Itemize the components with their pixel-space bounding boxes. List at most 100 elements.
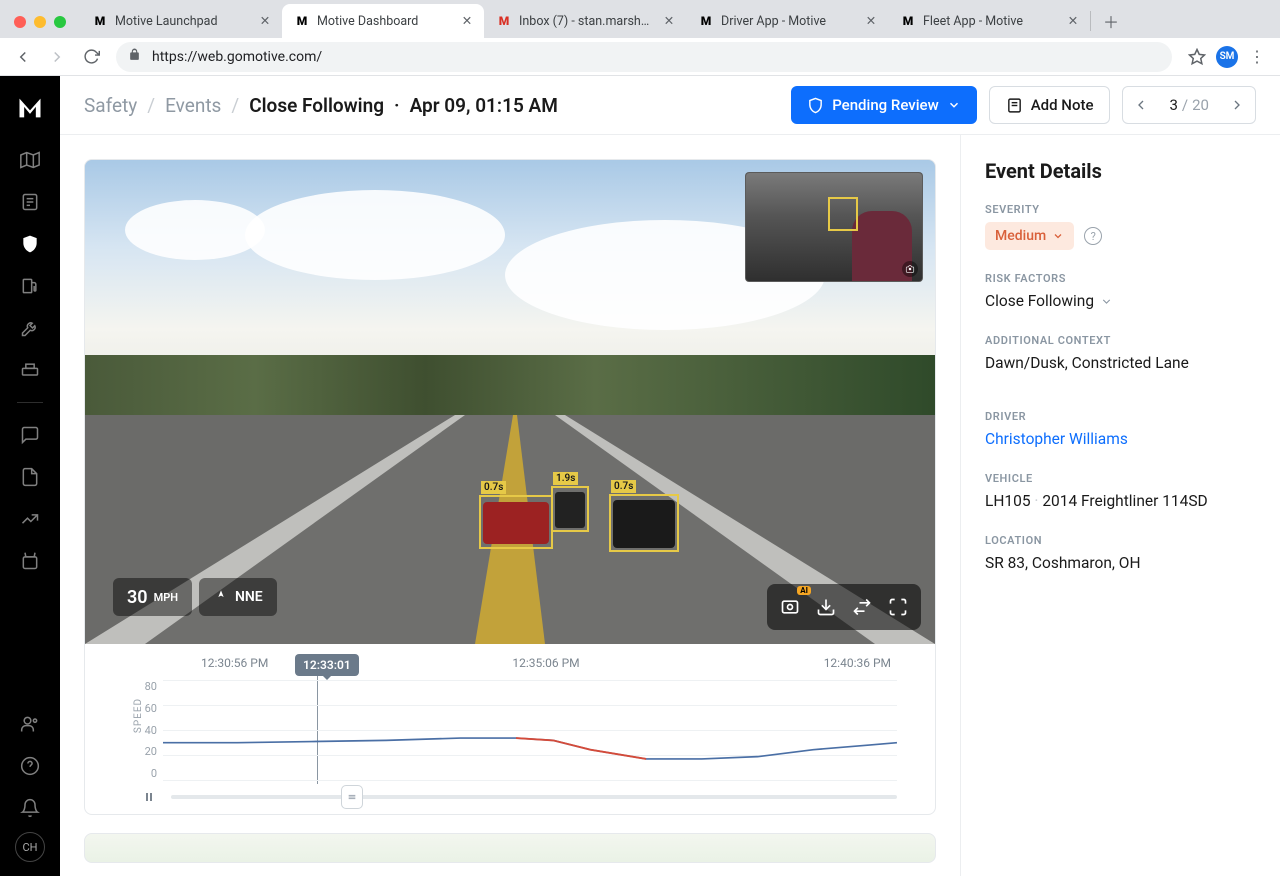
app-root: CH Safety / Events / Close Following · A…	[0, 76, 1280, 876]
browser-tab[interactable]: M Driver App - Motive ✕	[686, 4, 888, 38]
ytick: 20	[135, 745, 157, 758]
close-icon[interactable]: ✕	[864, 14, 878, 28]
driver-facing-pip[interactable]	[745, 172, 923, 282]
pager-slash: /	[1182, 96, 1188, 114]
timeline-mid: 12:35:06 PM	[512, 656, 579, 670]
detection-box: 0.7s	[609, 494, 679, 552]
crumb-event-type: Close Following	[249, 94, 384, 117]
info-icon[interactable]: ?	[1084, 227, 1102, 245]
window-close[interactable]	[14, 16, 26, 28]
favicon-icon: M	[92, 13, 108, 29]
ai-overlay-button[interactable]: AI	[773, 590, 807, 624]
note-icon	[1006, 97, 1023, 114]
app-sidebar: CH	[0, 76, 60, 876]
favicon-icon: M	[698, 13, 714, 29]
location-value: SR 83, Coshmaron, OH	[985, 553, 1256, 574]
review-status-button[interactable]: Pending Review	[791, 86, 977, 124]
risk-label: RISK FACTORS	[985, 272, 1256, 285]
profile-avatar[interactable]: SM	[1216, 46, 1238, 68]
breadcrumb: Safety / Events / Close Following · Apr …	[84, 94, 558, 117]
add-note-label: Add Note	[1031, 96, 1094, 114]
address-bar[interactable]: https://web.gomotive.com/	[116, 42, 1172, 72]
crumb-safety[interactable]: Safety	[84, 94, 137, 117]
ytick: 80	[135, 680, 157, 693]
browser-tab[interactable]: M Inbox (7) - stan.marshal@trucki ✕	[484, 4, 686, 38]
vehicle-link[interactable]: LH105	[985, 492, 1031, 510]
header-actions: Pending Review Add Note 3 / 20	[791, 86, 1256, 124]
scrub-track[interactable]	[171, 795, 897, 799]
browser-tab[interactable]: M Fleet App - Motive ✕	[888, 4, 1090, 38]
download-button[interactable]	[809, 590, 843, 624]
browser-tab-active[interactable]: M Motive Dashboard ✕	[282, 4, 484, 38]
fullscreen-button[interactable]	[881, 590, 915, 624]
browser-tab[interactable]: M Motive Launchpad ✕	[80, 4, 282, 38]
crumb-separator: /	[147, 94, 155, 117]
shield-icon	[807, 97, 824, 114]
timeline-marker[interactable]: 12:33:01	[295, 654, 359, 676]
direction-indicator: NNE	[199, 578, 277, 616]
nav-map-icon[interactable]	[12, 142, 48, 178]
nav-fuel-icon[interactable]	[12, 268, 48, 304]
ai-badge: AI	[797, 586, 811, 595]
risk-factors-dropdown[interactable]: Close Following	[985, 291, 1256, 312]
nav-documents-icon[interactable]	[12, 459, 48, 495]
cloud	[245, 190, 505, 280]
driver-link[interactable]: Christopher Williams	[985, 429, 1256, 450]
reload-button[interactable]	[76, 42, 106, 72]
direction-value: NNE	[235, 589, 263, 605]
timeline-start: 12:30:56 PM	[201, 656, 268, 670]
nav-help-icon[interactable]	[12, 748, 48, 784]
pager-prev-button[interactable]	[1123, 87, 1159, 123]
new-tab-button[interactable]: ＋	[1097, 7, 1125, 35]
detection-box: 1.9s	[551, 486, 589, 532]
bookmark-button[interactable]	[1182, 42, 1212, 72]
crumb-events[interactable]: Events	[165, 94, 221, 117]
forward-button[interactable]	[42, 42, 72, 72]
scrub-handle[interactable]	[341, 785, 363, 809]
add-note-button[interactable]: Add Note	[989, 86, 1111, 124]
ytick: 60	[135, 702, 157, 715]
nav-maintenance-icon[interactable]	[12, 310, 48, 346]
speed-unit: MPH	[154, 591, 178, 604]
favicon-icon: M	[294, 13, 310, 29]
close-icon[interactable]: ✕	[1066, 14, 1080, 28]
page-header: Safety / Events / Close Following · Apr …	[60, 76, 1280, 135]
timeline-end: 12:40:36 PM	[824, 656, 891, 670]
nav-safety-icon[interactable]	[12, 226, 48, 262]
page-body: 0.7s 1.9s 0.7s	[60, 135, 1280, 876]
window-zoom[interactable]	[54, 16, 66, 28]
close-icon[interactable]: ✕	[258, 14, 272, 28]
nav-messages-icon[interactable]	[12, 417, 48, 453]
nav-logs-icon[interactable]	[12, 184, 48, 220]
video-tools: AI	[767, 584, 921, 630]
swap-view-button[interactable]	[845, 590, 879, 624]
driver-label: DRIVER	[985, 410, 1256, 423]
severity-label: SEVERITY	[985, 203, 1256, 216]
pip-camera-icon[interactable]	[902, 261, 918, 277]
back-button[interactable]	[8, 42, 38, 72]
timeline-scrubber	[143, 790, 897, 804]
browser-tab-strip: M Motive Launchpad ✕ M Motive Dashboard …	[0, 0, 1280, 38]
pager-next-button[interactable]	[1219, 87, 1255, 123]
nav-fleet-icon[interactable]	[12, 352, 48, 388]
close-icon[interactable]: ✕	[662, 14, 676, 28]
app-logo	[16, 94, 44, 122]
timeline-timestamps: 12:30:56 PM 12:35:06 PM 12:40:36 PM	[115, 656, 897, 670]
close-icon[interactable]: ✕	[460, 14, 474, 28]
crumb-dot: ·	[394, 94, 400, 117]
risk-value: Close Following	[985, 291, 1094, 312]
nav-reports-icon[interactable]	[12, 501, 48, 537]
nav-marketplace-icon[interactable]	[12, 543, 48, 579]
severity-chip[interactable]: Medium	[985, 222, 1074, 250]
video-player[interactable]: 0.7s 1.9s 0.7s	[85, 160, 935, 644]
url-text: https://web.gomotive.com/	[152, 49, 322, 65]
browser-menu-button[interactable]: ⋮	[1242, 42, 1272, 72]
sidebar-avatar[interactable]: CH	[15, 832, 45, 862]
video-card: 0.7s 1.9s 0.7s	[84, 159, 936, 815]
tab-title: Motive Launchpad	[115, 14, 251, 29]
pause-button[interactable]	[143, 788, 161, 807]
nav-notifications-icon[interactable]	[12, 790, 48, 826]
map-card[interactable]	[84, 833, 936, 863]
nav-admin-icon[interactable]	[12, 706, 48, 742]
window-minimize[interactable]	[34, 16, 46, 28]
